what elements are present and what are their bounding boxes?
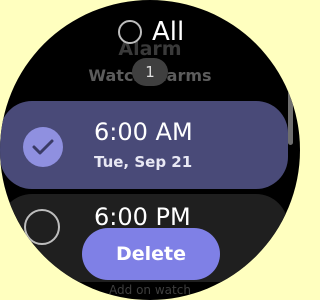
check-mark-icon — [32, 139, 54, 155]
select-all-label[interactable]: All — [152, 18, 184, 46]
alarm-time: 6:00 AM — [94, 118, 193, 146]
select-all-checkbox[interactable] — [118, 20, 142, 44]
check-icon[interactable] — [23, 127, 63, 167]
delete-button[interactable]: Delete — [82, 228, 220, 280]
selected-count-badge: 1 — [132, 58, 168, 86]
page-title: Alarm — [118, 38, 182, 60]
add-on-watch-label: Add on watch — [109, 283, 191, 297]
alarm-time: 6:00 PM — [94, 203, 191, 231]
alarm-date: Tue, Sep 21 — [94, 153, 193, 171]
watch-screen: Alarm Watch alarms 1 All 6:00 AM Tue, Se… — [0, 0, 300, 300]
circle-outline-icon[interactable] — [24, 209, 60, 245]
alarm-item-selected[interactable]: 6:00 AM Tue, Sep 21 — [0, 101, 288, 189]
